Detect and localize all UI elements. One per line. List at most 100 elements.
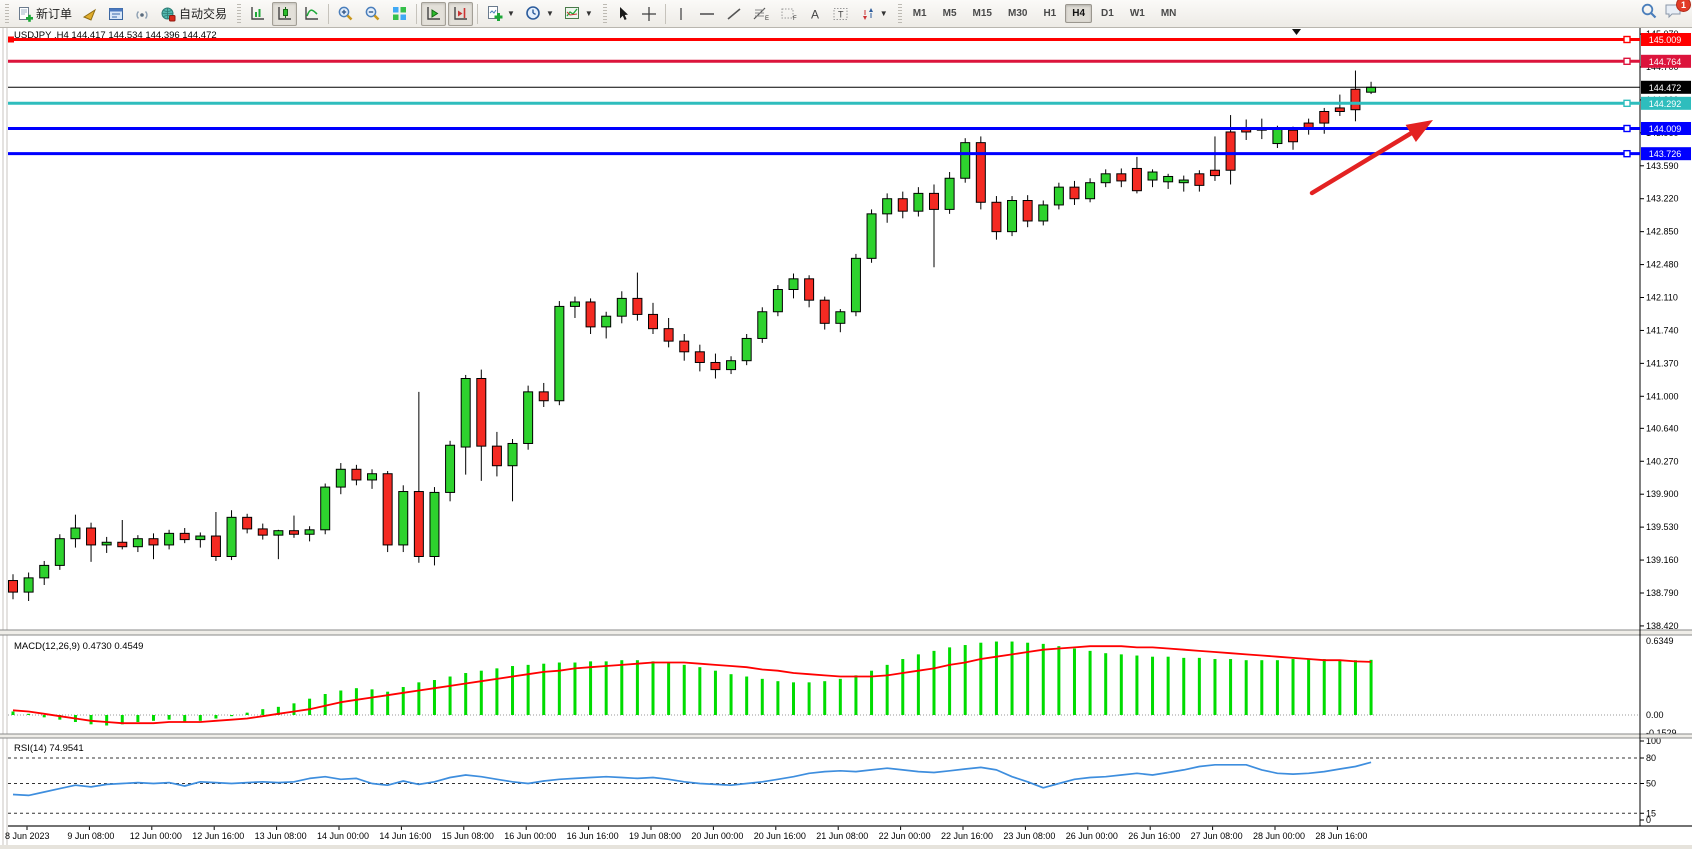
timeframe-M15[interactable]: M15 xyxy=(966,4,999,23)
candlestick-mode-button[interactable] xyxy=(272,2,297,26)
candle-body xyxy=(820,300,829,323)
horizontal-line-tool-button[interactable] xyxy=(694,2,720,26)
timeframe-W1[interactable]: W1 xyxy=(1123,4,1152,23)
macd-histogram-bar xyxy=(292,703,295,715)
time-axis-label: 14 Jun 00:00 xyxy=(317,831,369,841)
arrows-tool-button[interactable]: ▼ xyxy=(856,2,892,26)
auto-scroll-button[interactable] xyxy=(421,2,446,26)
timeframe-M30[interactable]: M30 xyxy=(1001,4,1034,23)
crosshair-tool-button[interactable] xyxy=(637,2,661,26)
timeframe-D1[interactable]: D1 xyxy=(1094,4,1121,23)
price-tag-label: 145.009 xyxy=(1649,35,1682,45)
horizontal-line-icon xyxy=(698,6,716,22)
line-anchor[interactable] xyxy=(1624,151,1630,157)
svg-text:T: T xyxy=(838,9,844,19)
history-center-button[interactable] xyxy=(78,2,102,26)
market-watch-button[interactable] xyxy=(104,2,128,26)
macd-histogram-bar xyxy=(105,715,108,725)
macd-histogram-bar xyxy=(199,715,202,721)
candle-body xyxy=(1132,168,1141,190)
candle-body xyxy=(602,316,611,327)
macd-histogram-bar xyxy=(1245,660,1248,715)
price-axis-label: 142.850 xyxy=(1646,227,1679,237)
candlestick-icon xyxy=(276,5,293,22)
chart-shift-button[interactable] xyxy=(448,2,473,26)
search-icon[interactable] xyxy=(1640,2,1658,25)
price-axis-label: 142.110 xyxy=(1646,293,1678,303)
macd-histogram-bar xyxy=(1135,656,1138,715)
macd-histogram-bar xyxy=(1213,659,1216,715)
line-anchor[interactable] xyxy=(1624,36,1630,42)
rsi-scale-label: 0 xyxy=(1646,815,1651,825)
line-anchor[interactable] xyxy=(1624,125,1630,131)
candle-body xyxy=(727,361,736,370)
cursor-arrow-icon xyxy=(615,6,631,22)
macd-histogram-bar xyxy=(979,643,982,715)
candle-body xyxy=(914,193,923,211)
candle-body xyxy=(368,474,377,480)
line-chart-mode-button[interactable] xyxy=(299,2,324,26)
tile-windows-button[interactable] xyxy=(387,2,412,26)
macd-histogram-bar xyxy=(605,661,608,715)
chart-canvas[interactable]: 145.070144.700144.330143.960143.590143.2… xyxy=(0,0,1692,849)
vertical-line-tool-button[interactable] xyxy=(670,2,692,26)
new-order-button[interactable]: 新订单 xyxy=(13,2,76,26)
toolbar-grip[interactable] xyxy=(603,4,607,24)
price-tag-label: 144.009 xyxy=(1649,124,1682,134)
timeframe-MN[interactable]: MN xyxy=(1154,4,1184,23)
indicators-button[interactable]: ▼ xyxy=(482,2,519,26)
macd-histogram-bar xyxy=(792,682,795,715)
timeframe-H4[interactable]: H4 xyxy=(1065,4,1092,23)
svg-text:F: F xyxy=(793,16,797,22)
fibonacci-tool-button[interactable]: E xyxy=(748,2,774,26)
macd-histogram-bar xyxy=(1167,657,1170,715)
label-tool-button[interactable]: T xyxy=(828,2,854,26)
toolbar-grip[interactable] xyxy=(898,4,902,24)
trendline-tool-button[interactable] xyxy=(722,2,746,26)
arrows-shapes-icon xyxy=(860,6,876,22)
text-A-icon: A xyxy=(808,6,822,22)
time-axis-label: 26 Jun 00:00 xyxy=(1066,831,1118,841)
text-tool-button[interactable]: A xyxy=(804,2,826,26)
timeframe-M5[interactable]: M5 xyxy=(936,4,964,23)
candle-body xyxy=(508,443,517,465)
bar-chart-mode-button[interactable] xyxy=(245,2,270,26)
candle-body xyxy=(227,517,236,556)
candle-body xyxy=(929,193,938,209)
label-T-icon: T xyxy=(832,6,850,22)
zoom-out-button[interactable] xyxy=(360,2,385,26)
signals-button[interactable] xyxy=(130,2,154,26)
pane-divider[interactable] xyxy=(0,630,1692,635)
line-anchor[interactable] xyxy=(1624,58,1630,64)
auto-trading-button[interactable]: 自动交易 xyxy=(156,2,231,26)
periods-button[interactable]: ▼ xyxy=(521,2,558,26)
notifications-button[interactable]: 1 xyxy=(1664,2,1684,25)
line-anchor[interactable] xyxy=(1624,100,1630,106)
cursor-tool-button[interactable] xyxy=(611,2,635,26)
macd-histogram-bar xyxy=(1354,660,1357,715)
price-axis-label: 139.160 xyxy=(1646,555,1679,565)
pane-divider[interactable] xyxy=(0,734,1692,738)
macd-histogram-bar xyxy=(12,712,15,715)
zoom-out-icon xyxy=(364,5,381,22)
macd-histogram-bar xyxy=(1260,660,1263,715)
macd-histogram-bar xyxy=(589,661,592,715)
toolbar-grip[interactable] xyxy=(5,4,9,24)
macd-histogram-bar xyxy=(573,663,576,715)
candle-body xyxy=(961,143,970,179)
channel-tool-button[interactable]: F xyxy=(776,2,802,26)
macd-histogram-bar xyxy=(932,651,935,715)
rsi-scale-label: 80 xyxy=(1646,753,1656,763)
candle-body xyxy=(430,492,439,556)
macd-histogram-bar xyxy=(1057,646,1060,715)
timeframe-H1[interactable]: H1 xyxy=(1036,4,1063,23)
macd-histogram-bar xyxy=(1338,660,1341,715)
line-anchor[interactable] xyxy=(8,36,14,42)
auto-trading-icon xyxy=(160,6,176,22)
candle-body xyxy=(570,302,579,306)
toolbar-grip[interactable] xyxy=(237,4,241,24)
templates-button[interactable]: ▼ xyxy=(560,2,597,26)
timeframe-M1[interactable]: M1 xyxy=(906,4,934,23)
time-axis-label: 16 Jun 00:00 xyxy=(504,831,556,841)
zoom-in-button[interactable] xyxy=(333,2,358,26)
